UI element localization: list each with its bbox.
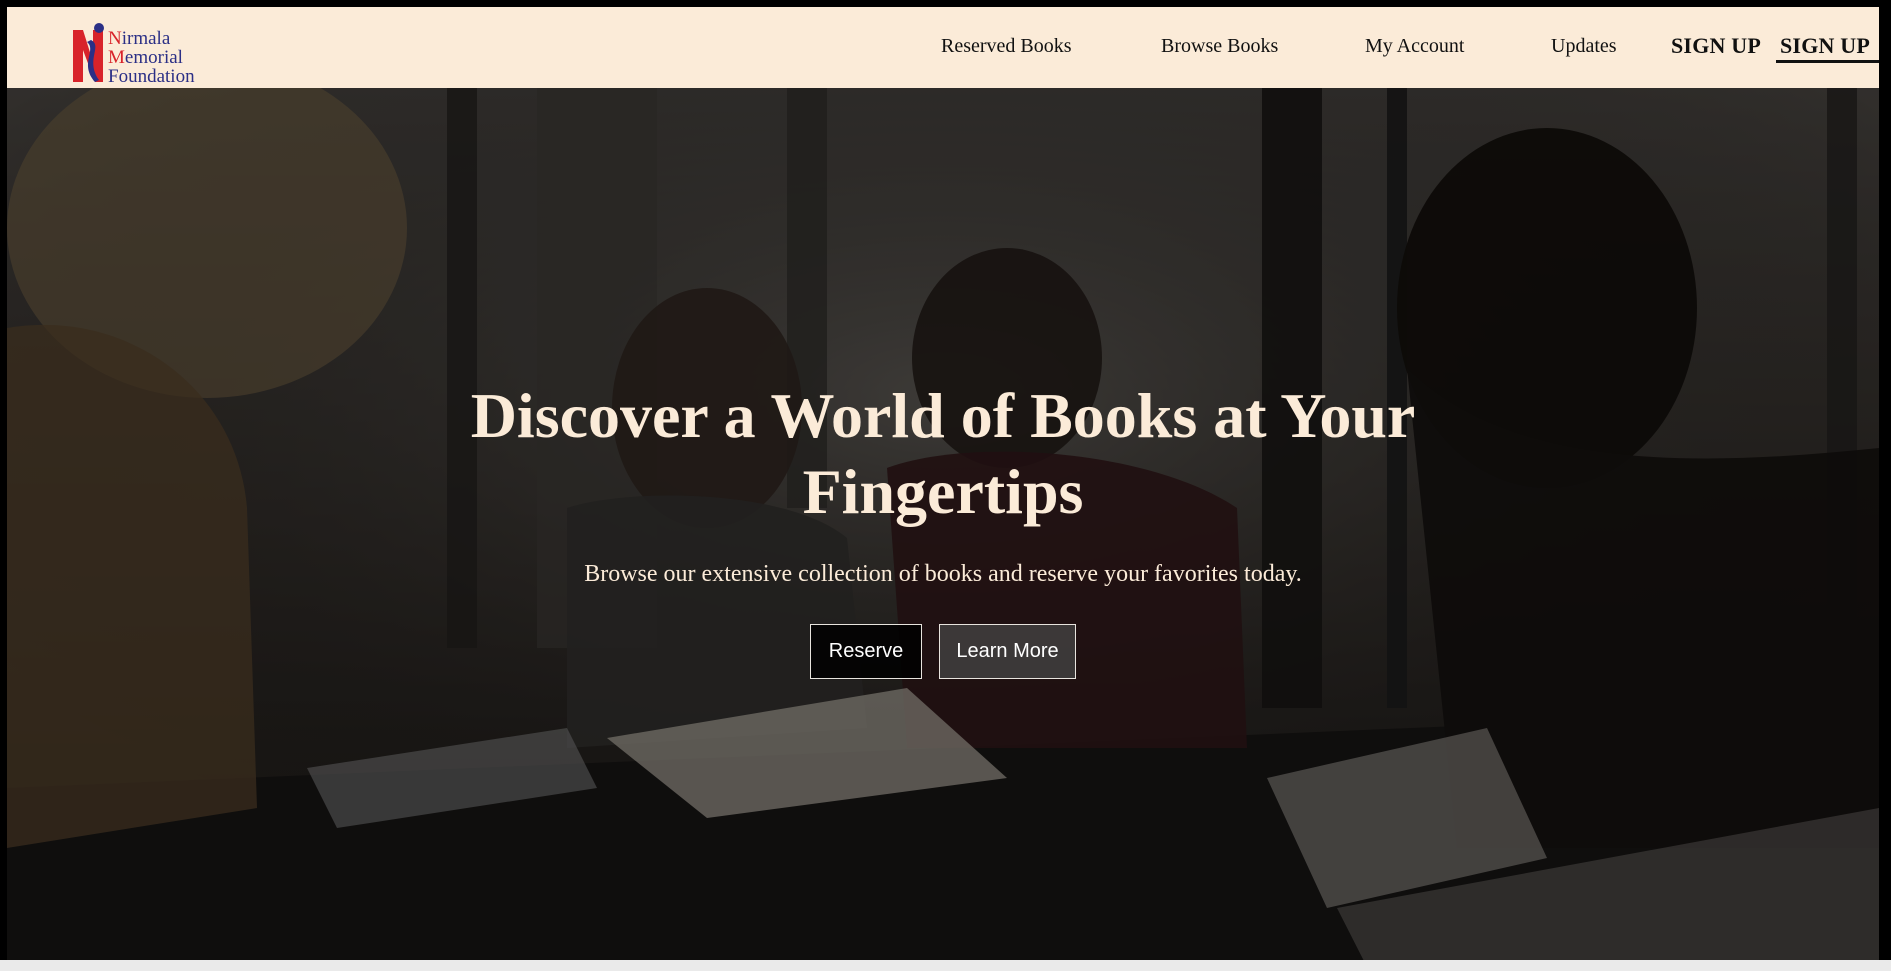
nav-my-account[interactable]: My Account [1365, 35, 1464, 58]
page-frame: Nirmala Memorial Foundation Reserved Boo… [7, 7, 1879, 967]
reserve-button[interactable]: Reserve [810, 624, 922, 679]
nav-reserved-books[interactable]: Reserved Books [941, 35, 1072, 58]
signup-underline [1776, 60, 1879, 63]
logo-text: Nirmala Memorial Foundation [108, 29, 195, 86]
learn-more-button[interactable]: Learn More [939, 624, 1076, 679]
hero-title: Discover a World of Books at Your Finger… [470, 380, 1416, 527]
logo-line-2: Memorial [108, 47, 183, 68]
signup-button[interactable]: SIGN UP [1780, 33, 1870, 59]
logo-mark-icon [73, 23, 104, 82]
bottom-scroll-strip [0, 960, 1891, 971]
hero-subtitle: Browse our extensive collection of books… [584, 561, 1302, 587]
foundation-logo[interactable]: Nirmala Memorial Foundation [69, 20, 229, 86]
logo-line-1: Nirmala [108, 28, 171, 49]
logo-line-3: Foundation [108, 66, 195, 87]
nav-updates[interactable]: Updates [1551, 35, 1617, 58]
hero-section: Discover a World of Books at Your Finger… [7, 88, 1879, 967]
signup-link[interactable]: SIGN UP [1671, 33, 1761, 59]
nav-browse-books[interactable]: Browse Books [1161, 35, 1278, 58]
site-header: Nirmala Memorial Foundation Reserved Boo… [7, 7, 1879, 88]
